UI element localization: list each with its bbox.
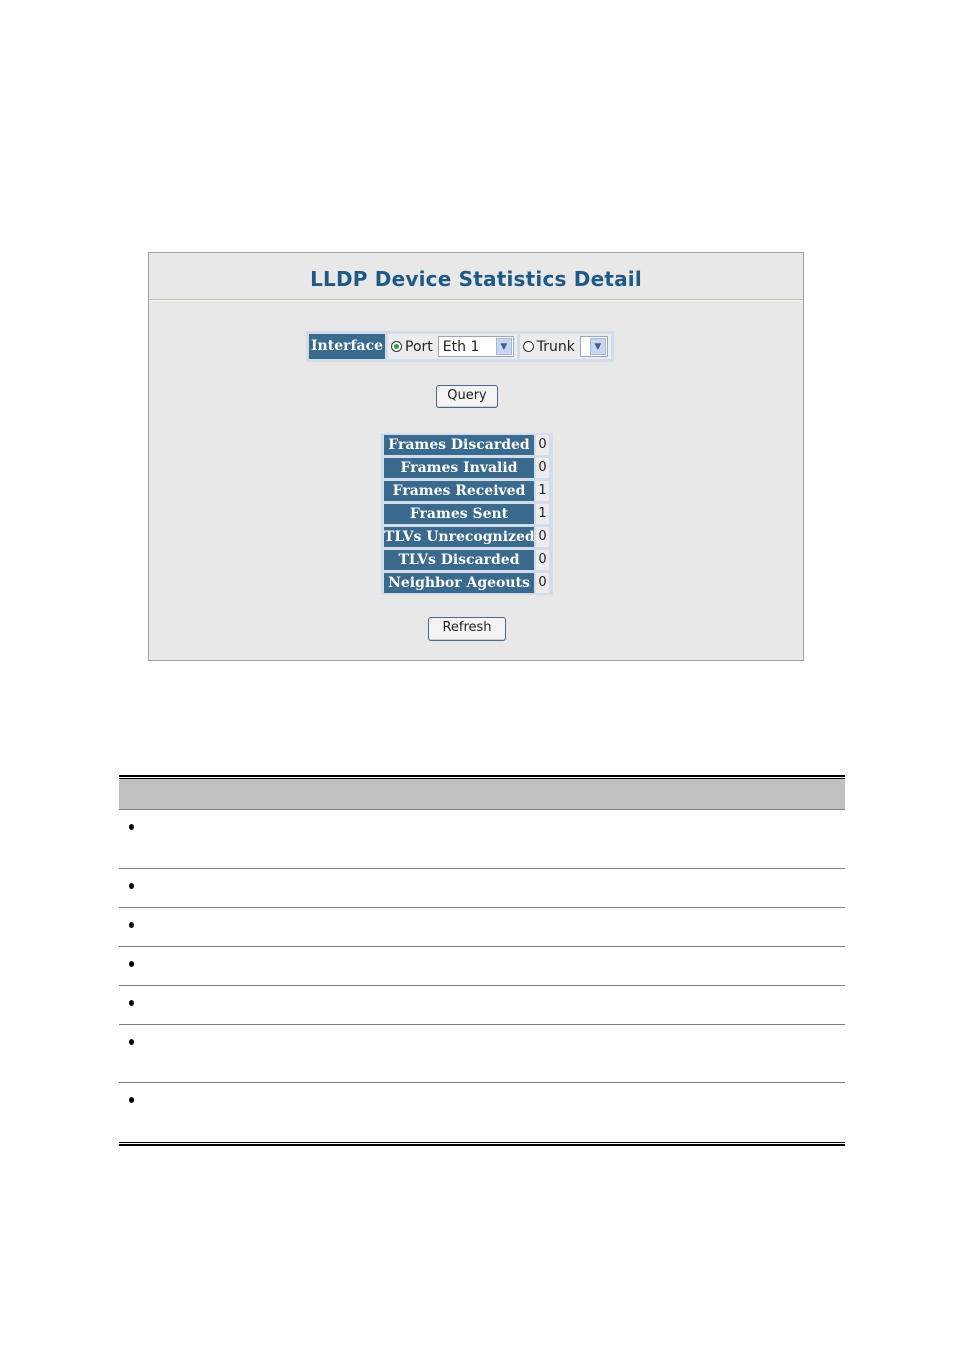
stat-label: Frames Discarded: [384, 435, 534, 455]
query-button[interactable]: Query: [436, 385, 498, 408]
chevron-down-icon[interactable]: ▼: [589, 338, 606, 355]
interface-selector: Interface Port Eth 1 ▼ Trunk ▼: [306, 331, 614, 362]
port-radio[interactable]: [391, 341, 403, 352]
table-row: [119, 947, 845, 986]
stat-value: 0: [536, 550, 549, 570]
bullet-icon: [129, 1097, 134, 1103]
bullet-icon: [129, 922, 134, 928]
statistics-table: Frames Discarded 0 Frames Invalid 0 Fram…: [381, 433, 553, 595]
table-row: [119, 1083, 845, 1141]
stat-label: Frames Invalid: [384, 458, 534, 478]
table-row: TLVs Discarded 0: [384, 550, 551, 570]
stat-label: Neighbor Ageouts: [384, 573, 534, 593]
chevron-down-icon[interactable]: ▼: [495, 338, 512, 355]
table-row: Frames Sent 1: [384, 504, 551, 524]
stat-value: 0: [536, 527, 549, 547]
table-row: Frames Received 1: [384, 481, 551, 501]
table-row: [119, 986, 845, 1025]
stat-label: TLVs Unrecognized: [384, 527, 534, 547]
bullet-icon: [129, 1039, 134, 1045]
table-row: Neighbor Ageouts 0: [384, 573, 551, 593]
lldp-statistics-panel: LLDP Device Statistics Detail Interface …: [148, 252, 804, 661]
trunk-select[interactable]: ▼: [579, 336, 608, 357]
table-header: [119, 779, 845, 810]
trunk-radio[interactable]: [522, 341, 534, 352]
port-select-value: Eth 1: [442, 338, 480, 355]
table-row: Frames Discarded 0: [384, 435, 551, 455]
bullet-icon: [129, 961, 134, 967]
port-group: Port Eth 1 ▼: [388, 334, 517, 359]
table-row: TLVs Unrecognized 0: [384, 527, 551, 547]
description-table: [119, 775, 845, 1146]
table-row: Frames Invalid 0: [384, 458, 551, 478]
refresh-button[interactable]: Refresh: [428, 617, 506, 641]
stat-value: 0: [536, 458, 549, 478]
bullet-icon: [129, 824, 134, 830]
stat-label: Frames Received: [384, 481, 534, 501]
table-row: [119, 810, 845, 869]
bullet-icon: [129, 1000, 134, 1006]
stat-label: TLVs Discarded: [384, 550, 534, 570]
stat-value: 1: [536, 504, 549, 524]
table-bottom-rule: [119, 1142, 845, 1146]
radio-selected-dot: [394, 344, 400, 349]
port-radio-label: Port: [405, 338, 433, 355]
trunk-group: Trunk ▼: [519, 334, 611, 359]
stat-label: Frames Sent: [384, 504, 534, 524]
table-row: [119, 1025, 845, 1083]
trunk-radio-label: Trunk: [536, 338, 575, 355]
port-select[interactable]: Eth 1 ▼: [437, 336, 514, 357]
stat-value: 1: [536, 481, 549, 501]
interface-label: Interface: [309, 334, 386, 359]
stat-value: 0: [536, 573, 549, 593]
bullet-icon: [129, 883, 134, 889]
table-row: [119, 869, 845, 908]
title-divider: [149, 299, 803, 301]
table-row: [119, 908, 845, 947]
stat-value: 0: [536, 435, 549, 455]
page-title: LLDP Device Statistics Detail: [310, 267, 642, 291]
